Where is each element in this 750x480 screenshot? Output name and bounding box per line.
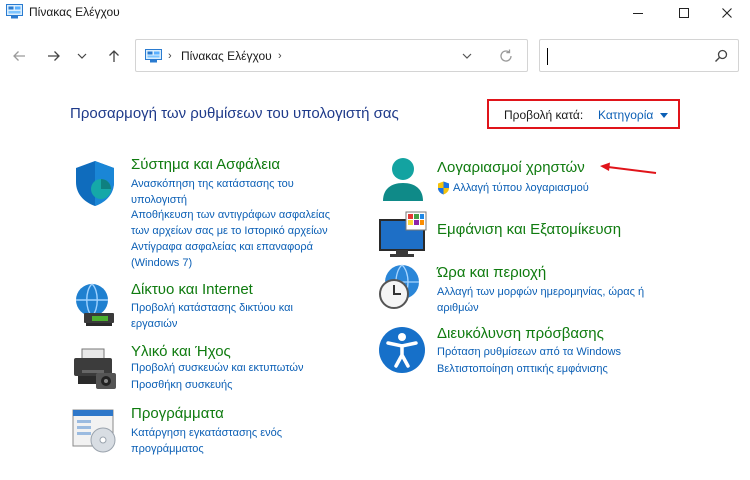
refresh-icon[interactable] [498, 48, 514, 64]
link-line[interactable]: Αλλαγή τύπου λογαριασμού [453, 180, 589, 196]
recent-locations-button[interactable] [74, 44, 90, 68]
annotation-arrow-icon [600, 162, 657, 174]
control-panel-icon [145, 49, 162, 63]
arrow-up-icon [109, 50, 119, 62]
minimize-button[interactable] [615, 0, 661, 26]
link-line[interactable]: υπολογιστή [131, 192, 294, 208]
category-hardware-sound[interactable]: Υλικό και Ήχος [131, 343, 231, 360]
link-line[interactable]: αριθμών [437, 300, 644, 316]
network-globe-icon[interactable] [70, 280, 120, 330]
address-dropdown-icon[interactable] [460, 51, 474, 61]
category-ease-of-access[interactable]: Διευκόλυνση πρόσβασης [437, 325, 604, 342]
category-clock-region[interactable]: Ώρα και περιοχή [437, 264, 546, 281]
arrow-right-icon [48, 51, 60, 61]
forward-button[interactable] [42, 44, 66, 68]
link-line[interactable]: Προσθήκη συσκευής [131, 377, 232, 393]
minimize-icon [633, 13, 643, 14]
link-add-device[interactable]: Προσθήκη συσκευής [131, 377, 232, 393]
link-line[interactable]: Αντίγραφα ασφαλείας και επαναφορά [131, 239, 313, 255]
link-line[interactable]: Κατάργηση εγκατάστασης ενός [131, 425, 282, 441]
breadcrumb-control-panel[interactable]: Πίνακας Ελέγχου [181, 49, 272, 63]
link-devices-printers[interactable]: Προβολή συσκευών και εκτυπωτών [131, 360, 304, 376]
navigation-bar: › Πίνακας Ελέγχου › [0, 36, 750, 76]
window-title: Πίνακας Ελέγχου [29, 5, 120, 19]
shield-icon[interactable] [70, 158, 120, 208]
link-line[interactable]: εργασιών [131, 316, 293, 332]
link-let-windows-suggest[interactable]: Πρόταση ρυθμίσεων από τα Windows [437, 344, 621, 360]
link-file-history[interactable]: Αποθήκευση των αντιγράφων ασφαλείας των … [131, 207, 330, 239]
category-network-internet[interactable]: Δίκτυο και Internet [131, 281, 253, 298]
accessibility-icon[interactable] [377, 325, 427, 375]
link-line[interactable]: (Windows 7) [131, 255, 313, 271]
link-network-status[interactable]: Προβολή κατάστασης δικτύου και εργασιών [131, 300, 293, 332]
view-by-selector[interactable]: Προβολή κατά: Κατηγορία [487, 99, 680, 129]
breadcrumb-separator[interactable]: › [278, 50, 282, 62]
link-line[interactable]: Βελτιστοποίηση οπτικής εμφάνισης [437, 361, 608, 377]
category-programs[interactable]: Προγράμματα [131, 405, 224, 422]
link-uninstall-program[interactable]: Κατάργηση εγκατάστασης ενός προγράμματος [131, 425, 282, 457]
up-button[interactable] [102, 44, 126, 68]
category-user-accounts[interactable]: Λογαριασμοί χρηστών [437, 159, 585, 176]
page-title: Προσαρμογή των ρυθμίσεων του υπολογιστή … [70, 105, 399, 122]
search-icon[interactable] [714, 49, 728, 63]
programs-disc-icon[interactable] [70, 405, 120, 455]
close-icon [722, 8, 732, 18]
uac-shield-icon [438, 181, 449, 195]
title-bar: Πίνακας Ελέγχου [0, 0, 750, 26]
link-line[interactable]: Αλλαγή των μορφών ημερομηνίας, ώρας ή [437, 284, 644, 300]
back-button[interactable] [7, 44, 31, 68]
breadcrumb-separator[interactable]: › [168, 50, 172, 62]
user-accounts-icon[interactable] [378, 155, 428, 205]
search-input[interactable] [539, 39, 739, 72]
control-panel-icon [6, 4, 23, 19]
link-line[interactable]: Προβολή κατάστασης δικτύου και [131, 300, 293, 316]
arrow-left-icon [13, 51, 25, 61]
appearance-monitor-icon[interactable] [378, 210, 428, 260]
maximize-button[interactable] [661, 0, 707, 26]
chevron-down-icon [77, 53, 87, 59]
view-by-label: Προβολή κατά: [504, 108, 584, 122]
view-by-dropdown[interactable]: Κατηγορία [598, 108, 653, 122]
clock-globe-icon[interactable] [376, 262, 426, 312]
dropdown-triangle-icon[interactable] [660, 113, 668, 118]
category-appearance-personalization[interactable]: Εμφάνιση και Εξατομίκευση [437, 221, 621, 238]
link-optimize-visual-display[interactable]: Βελτιστοποίηση οπτικής εμφάνισης [437, 361, 608, 377]
close-button[interactable] [704, 0, 750, 26]
link-backup-restore[interactable]: Αντίγραφα ασφαλείας και επαναφορά (Windo… [131, 239, 313, 271]
link-line[interactable]: προγράμματος [131, 441, 282, 457]
link-review-status[interactable]: Ανασκόπηση της κατάστασης του υπολογιστή [131, 176, 294, 208]
maximize-icon [679, 8, 689, 18]
text-caret [547, 48, 548, 65]
link-line[interactable]: Πρόταση ρυθμίσεων από τα Windows [437, 344, 621, 360]
link-line[interactable]: Προβολή συσκευών και εκτυπωτών [131, 360, 304, 376]
link-change-account-type[interactable]: Αλλαγή τύπου λογαριασμού [453, 180, 589, 196]
address-bar[interactable]: › Πίνακας Ελέγχου › [135, 39, 528, 72]
link-line[interactable]: Αποθήκευση των αντιγράφων ασφαλείας [131, 207, 330, 223]
category-system-security[interactable]: Σύστημα και Ασφάλεια [131, 156, 280, 173]
link-change-date-formats[interactable]: Αλλαγή των μορφών ημερομηνίας, ώρας ή αρ… [437, 284, 644, 316]
printer-icon[interactable] [70, 343, 120, 393]
link-line[interactable]: των αρχείων σας με το Ιστορικό αρχείων [131, 223, 330, 239]
link-line[interactable]: Ανασκόπηση της κατάστασης του [131, 176, 294, 192]
